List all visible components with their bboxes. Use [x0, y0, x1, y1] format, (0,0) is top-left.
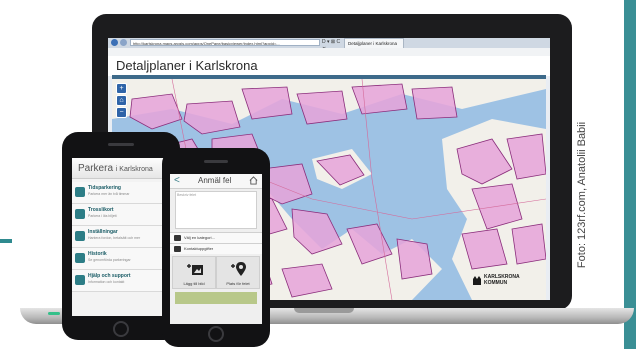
- page-title: Detaljplaner i Karlskrona: [116, 58, 258, 73]
- add-location-button[interactable]: Plats för felet: [216, 256, 260, 289]
- description-textarea[interactable]: Beskriv felet: [175, 191, 257, 229]
- menu-item-historik[interactable]: Historik Se genomförda parkeringar ›: [72, 248, 170, 270]
- photo-credit-text: Foto: 123rf.com, Anatolii Babii: [576, 121, 588, 269]
- laptop-notch: [294, 308, 354, 313]
- category-label: Välj en kategori...: [184, 235, 215, 240]
- app-header: < Anmäl fel: [170, 174, 262, 189]
- back-icon[interactable]: <: [174, 175, 180, 186]
- menu-item-tidsparkering[interactable]: Tidsparkering Parkera mer än två timmar …: [72, 182, 170, 204]
- menu-item-sub: Information och kontakt: [88, 280, 125, 284]
- speaker-grille: [108, 143, 134, 146]
- menu-item-label: Historik: [88, 251, 107, 257]
- menu-item-sub: Hantera fordon, betalsätt och mer: [88, 236, 141, 240]
- app-header: Parkera i Karlskrona: [72, 158, 170, 179]
- contact-label: Kontaktuppgifter: [184, 246, 214, 251]
- gear-icon: [75, 231, 85, 241]
- karlskrona-logo: KARLSKRONA KOMMUN: [472, 274, 536, 290]
- browser-tab[interactable]: Detaljplaner i Karlskrona: [344, 38, 404, 48]
- history-icon: [75, 253, 85, 263]
- menu-item-label: Tidsparkering: [88, 185, 121, 191]
- menu-item-trosslikort[interactable]: Trosslikort Parkera i läs biljett ›: [72, 204, 170, 226]
- crown-icon: [473, 276, 481, 285]
- add-photo-button[interactable]: Lägg till bild: [172, 256, 216, 289]
- home-button[interactable]: [208, 326, 224, 342]
- zoom-in-button[interactable]: +: [116, 83, 127, 94]
- home-icon[interactable]: [249, 176, 258, 185]
- app-title: Parkera i Karlskrona: [78, 163, 153, 174]
- brand-strip: [624, 0, 636, 349]
- url-input[interactable]: http://karlskrona.maps.arcgis.com/apps/O…: [130, 39, 320, 46]
- forward-button[interactable]: [120, 39, 127, 46]
- back-button[interactable]: [111, 39, 118, 46]
- menu-item-installningar[interactable]: Inställningar Hantera fordon, betalsätt …: [72, 226, 170, 248]
- help-icon: [75, 275, 85, 285]
- menu-item-sub: Parkera mer än två timmar: [88, 192, 130, 196]
- app-title-main: Parkera: [78, 163, 114, 174]
- report-app-screen: < Anmäl fel Beskriv felet Välj en katego…: [170, 174, 262, 324]
- menu-item-sub: Se genomförda parkeringar: [88, 258, 131, 262]
- contact-details-row[interactable]: Kontaktuppgifter: [170, 243, 262, 254]
- card-icon: [75, 209, 85, 219]
- clock-icon: [75, 187, 85, 197]
- photo-credit: Foto: 123rf.com, Anatolii Babii: [572, 80, 592, 310]
- home-view-button[interactable]: ⌂: [116, 95, 127, 106]
- url-tools[interactable]: D ▾ ⊠ C ✕: [322, 39, 342, 52]
- home-button[interactable]: [113, 321, 129, 337]
- add-photo-label: Lägg till bild: [183, 281, 205, 286]
- screen-title: Anmäl fel: [198, 176, 232, 185]
- zoom-out-button[interactable]: −: [116, 107, 127, 118]
- contacts-icon: [174, 246, 181, 252]
- add-photo-icon: [187, 264, 203, 275]
- laptop-led: [48, 312, 60, 315]
- speaker-grille: [204, 160, 228, 163]
- app-title-suffix: i Karlskrona: [115, 166, 153, 173]
- add-location-label: Plats för felet: [226, 281, 250, 286]
- submit-bar[interactable]: [175, 292, 257, 304]
- accent-dash: [0, 239, 12, 243]
- menu-item-label: Hjälp och support: [88, 273, 131, 279]
- folder-icon: [174, 235, 181, 241]
- menu-item-hjalp[interactable]: Hjälp och support Information och kontak…: [72, 270, 170, 292]
- parking-app-screen: Parkera i Karlskrona Tidsparkering Parke…: [72, 158, 170, 316]
- menu-item-sub: Parkera i läs biljett: [88, 214, 117, 218]
- add-location-icon: [231, 262, 246, 276]
- logo-line-2: KOMMUN: [484, 280, 508, 286]
- category-select[interactable]: Välj en kategori...: [170, 232, 262, 243]
- menu-item-label: Inställningar: [88, 229, 118, 235]
- menu-item-label: Trosslikort: [88, 207, 114, 213]
